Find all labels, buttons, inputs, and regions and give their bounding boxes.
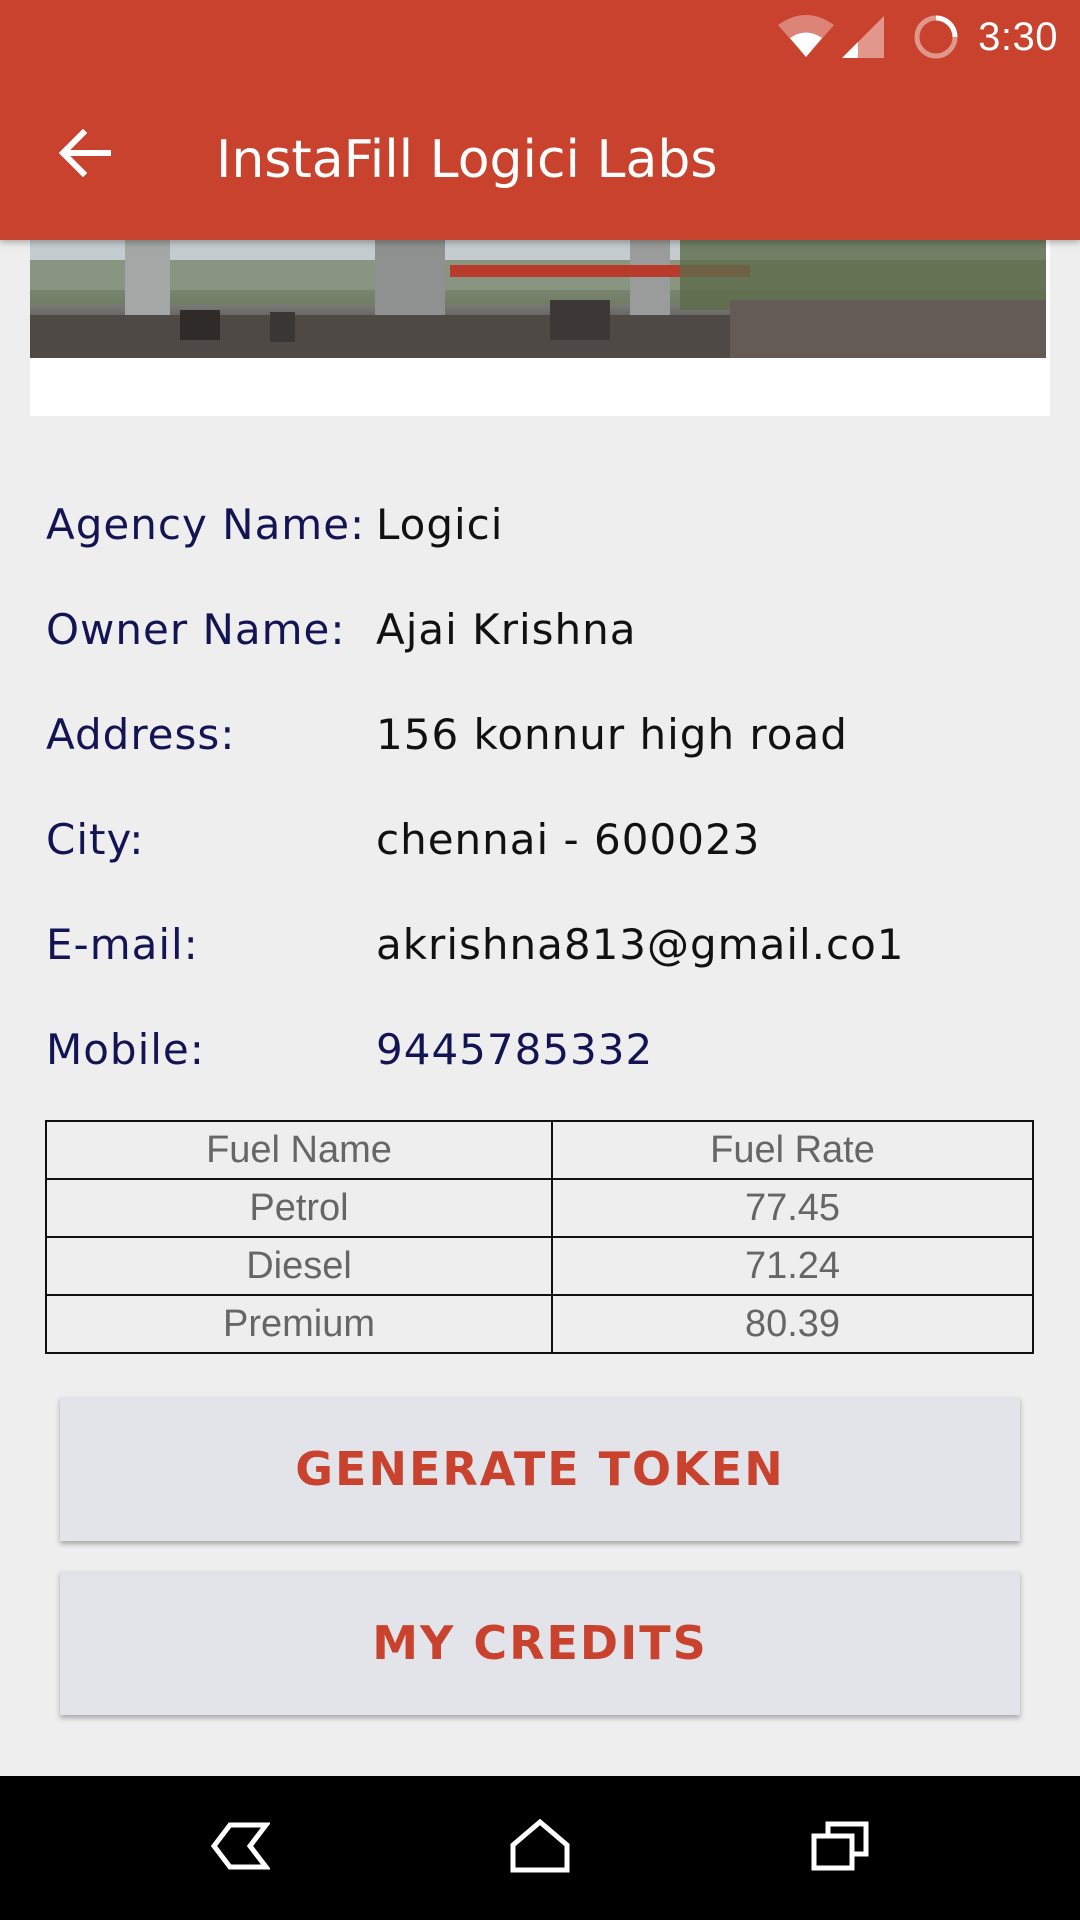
email-value: akrishna813@gmail.co1 — [376, 920, 905, 969]
generate-token-button[interactable]: GENERATE TOKEN — [60, 1397, 1020, 1541]
agency-name-value: Logici — [376, 500, 504, 549]
nav-back-button[interactable] — [190, 1798, 290, 1898]
fuel-rate-cell: 77.45 — [551, 1178, 1034, 1238]
my-credits-button[interactable]: MY CREDITS — [60, 1571, 1020, 1715]
screen: 3:30 InstaFill Logici Labs Agency Name: … — [0, 0, 1080, 1920]
arrow-back-icon — [58, 128, 112, 181]
recents-nav-icon — [810, 1820, 870, 1876]
detail-row-owner: Owner Name: Ajai Krishna — [46, 605, 1046, 665]
banner-card — [30, 240, 1050, 416]
table-row: Premium 80.39 — [45, 1294, 1034, 1354]
page-title: InstaFill Logici Labs — [216, 130, 718, 190]
detail-row-address: Address: 156 konnur high road — [46, 710, 1046, 770]
status-icons: 3:30 — [776, 12, 1058, 62]
fuel-station-image — [30, 240, 1046, 358]
back-button[interactable] — [40, 110, 130, 200]
table-row: Petrol 77.45 — [45, 1178, 1034, 1238]
nav-home-button[interactable] — [490, 1798, 590, 1898]
fuel-name-cell: Petrol — [45, 1178, 553, 1238]
email-label: E-mail: — [46, 920, 199, 969]
fuel-name-header: Fuel Name — [45, 1120, 553, 1180]
mobile-label: Mobile: — [46, 1025, 205, 1074]
agency-name-label: Agency Name: — [46, 500, 366, 549]
nav-recents-button[interactable] — [790, 1798, 890, 1898]
mobile-phone-link[interactable]: 9445785332 — [376, 1025, 653, 1074]
table-row: Diesel 71.24 — [45, 1236, 1034, 1296]
detail-row-agency: Agency Name: Logici — [46, 500, 1046, 560]
fuel-rate-header: Fuel Rate — [551, 1120, 1034, 1180]
city-value: chennai - 600023 — [376, 815, 761, 864]
detail-row-email: E-mail: akrishna813@gmail.co1 — [46, 920, 1046, 980]
back-nav-icon — [210, 1821, 272, 1875]
fuel-name-cell: Premium — [45, 1294, 553, 1354]
signal-icon — [840, 14, 886, 60]
city-label: City: — [46, 815, 145, 864]
owner-name-label: Owner Name: — [46, 605, 346, 654]
battery-loading-icon — [912, 13, 960, 61]
fuel-rate-cell: 71.24 — [551, 1236, 1034, 1296]
address-value: 156 konnur high road — [376, 710, 848, 759]
status-time: 3:30 — [978, 14, 1058, 59]
fuel-rate-table: Fuel Name Fuel Rate Petrol 77.45 Diesel … — [45, 1120, 1034, 1354]
table-header-row: Fuel Name Fuel Rate — [45, 1120, 1034, 1180]
wifi-icon — [776, 15, 836, 59]
fuel-rate-cell: 80.39 — [551, 1294, 1034, 1354]
status-bar: 3:30 — [0, 0, 1080, 75]
owner-name-value: Ajai Krishna — [376, 605, 637, 654]
system-nav-bar — [0, 1776, 1080, 1920]
address-label: Address: — [46, 710, 236, 759]
fuel-name-cell: Diesel — [45, 1236, 553, 1296]
home-nav-icon — [509, 1818, 571, 1877]
detail-row-mobile: Mobile: 9445785332 — [46, 1025, 1046, 1085]
detail-row-city: City: chennai - 600023 — [46, 815, 1046, 875]
app-bar: 3:30 InstaFill Logici Labs — [0, 0, 1080, 240]
